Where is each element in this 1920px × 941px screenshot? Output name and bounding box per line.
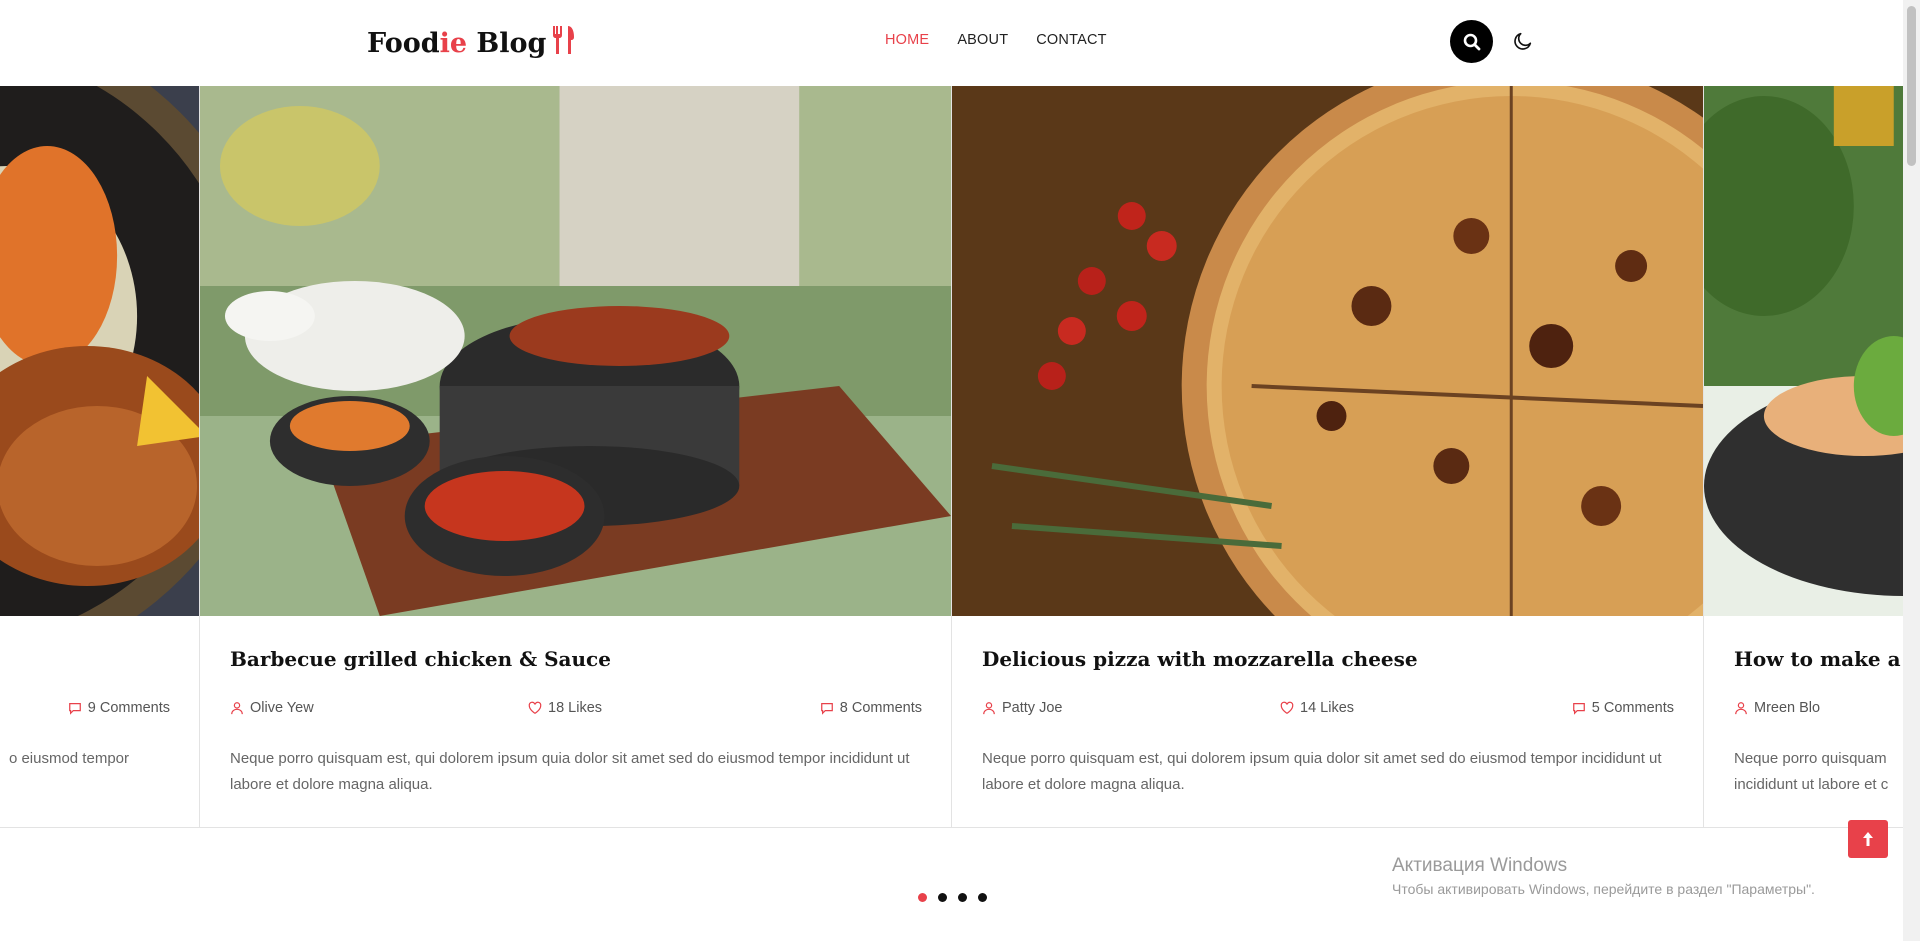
- post-author-name: Olive Yew: [250, 700, 314, 716]
- logo-text-accent: ie: [439, 28, 468, 59]
- post-author[interactable]: Olive Yew: [230, 700, 314, 716]
- user-icon: [231, 702, 243, 715]
- heart-icon: [528, 701, 542, 714]
- fork-knife-icon: [550, 24, 578, 63]
- moon-icon: [1514, 32, 1532, 50]
- post-comments-count: 9 Comments: [87, 700, 170, 716]
- search-icon: [1463, 33, 1480, 50]
- arrow-up-icon: [1863, 832, 1873, 846]
- post-excerpt: o eiusmod tempor: [8, 750, 129, 767]
- slider-dot[interactable]: [978, 893, 987, 902]
- heart-icon: [1280, 701, 1294, 714]
- post-comments-count: 5 Comments: [1591, 700, 1674, 716]
- post-comments[interactable]: 9 Comments: [68, 700, 170, 716]
- post-excerpt: Neque porro quisquam est, qui dolorem ip…: [982, 750, 1662, 793]
- logo-text-main: Food: [367, 28, 440, 59]
- post-title[interactable]: How to make a qu: [1734, 647, 1903, 671]
- slider-dot[interactable]: [938, 893, 947, 902]
- post-image-salad-bowl[interactable]: [1704, 86, 1903, 616]
- logo-text-rest: Blog: [467, 28, 547, 59]
- post-likes[interactable]: 14 Likes: [1280, 700, 1354, 716]
- nav-about[interactable]: ABOUT: [957, 32, 1008, 48]
- watermark-title: Активация Windows: [1392, 855, 1568, 876]
- post-image-salad-chicken[interactable]: [0, 86, 199, 616]
- comment-icon: [68, 703, 81, 715]
- slider-dot[interactable]: [918, 893, 927, 902]
- post-likes-count: 14 Likes: [1300, 700, 1355, 716]
- post-meta: 9 Comments: [0, 700, 170, 720]
- post-author-name: Patty Joe: [1002, 700, 1063, 716]
- post-meta: Olive Yew 18 Likes 8 Comments: [230, 700, 922, 720]
- post-excerpt: Neque porro quisquam incididunt ut labor…: [1734, 750, 1889, 793]
- post-meta: Mreen Blo: [1734, 700, 1903, 720]
- slider-dot[interactable]: [958, 893, 967, 902]
- post-meta: Patty Joe 14 Likes 5 Comments: [982, 700, 1674, 720]
- nav-contact[interactable]: CONTACT: [1036, 32, 1106, 48]
- post-card[interactable]: Barbecue grilled chicken & Sauce Olive Y…: [200, 86, 952, 827]
- post-slider[interactable]: 9 Comments o eiusmod tempor Barbecue gri…: [0, 86, 1903, 828]
- post-comments[interactable]: 8 Comments: [820, 700, 922, 716]
- post-title[interactable]: Barbecue grilled chicken & Sauce: [230, 647, 611, 671]
- post-title[interactable]: Delicious pizza with mozzarella cheese: [982, 647, 1418, 671]
- user-icon: [1735, 702, 1747, 715]
- post-comments[interactable]: 5 Comments: [1572, 700, 1674, 716]
- post-author[interactable]: Patty Joe: [982, 700, 1062, 716]
- post-card[interactable]: How to make a qu Mreen Blo Neque porro q…: [1704, 86, 1903, 827]
- windows-activation-watermark: Активация Windows Чтобы активировать Win…: [1392, 855, 1815, 897]
- post-card[interactable]: 9 Comments o eiusmod tempor: [0, 86, 200, 827]
- post-likes[interactable]: 18 Likes: [528, 700, 602, 716]
- post-card[interactable]: Delicious pizza with mozzarella cheese P…: [952, 86, 1704, 827]
- comment-icon: [1572, 703, 1585, 715]
- post-image-pizza[interactable]: [952, 86, 1703, 616]
- dark-mode-toggle[interactable]: [1510, 28, 1536, 54]
- site-logo[interactable]: Food ie Blog: [367, 24, 578, 63]
- post-excerpt: Neque porro quisquam est, qui dolorem ip…: [230, 750, 910, 793]
- watermark-subtitle: Чтобы активировать Windows, перейдите в …: [1392, 881, 1815, 897]
- post-author[interactable]: Mreen Blo: [1734, 700, 1820, 716]
- post-likes-count: 18 Likes: [548, 700, 603, 716]
- site-header: Food ie Blog HOME ABOUT CONTACT: [0, 0, 1903, 86]
- post-author-name: Mreen Blo: [1754, 700, 1821, 716]
- page-scrollbar[interactable]: [1903, 0, 1920, 941]
- back-to-top-button[interactable]: [1848, 820, 1888, 858]
- search-button[interactable]: [1450, 20, 1493, 63]
- scrollbar-thumb[interactable]: [1907, 6, 1916, 166]
- post-comments-count: 8 Comments: [839, 700, 922, 716]
- nav-home[interactable]: HOME: [885, 32, 929, 48]
- post-image-bbq-chicken[interactable]: [200, 86, 951, 616]
- comment-icon: [820, 703, 833, 715]
- slider-pagination: [918, 893, 987, 902]
- user-icon: [983, 702, 995, 715]
- main-nav: HOME ABOUT CONTACT: [885, 32, 1107, 48]
